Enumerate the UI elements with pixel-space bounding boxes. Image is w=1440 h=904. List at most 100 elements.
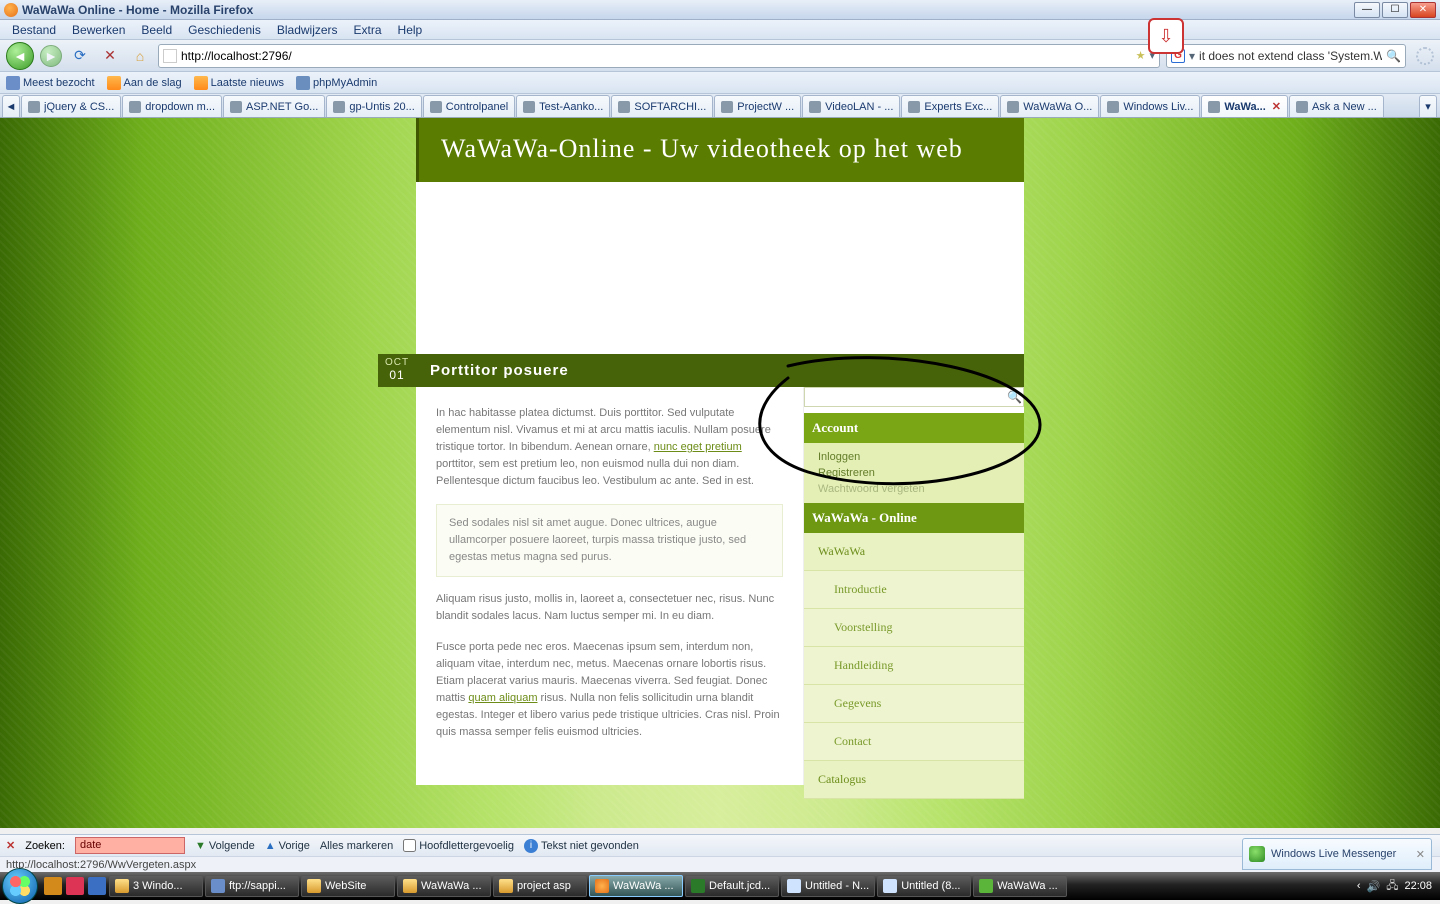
search-engine-dropdown-icon[interactable]: ▾ <box>1189 49 1195 63</box>
stop-button[interactable]: ✕ <box>98 44 122 68</box>
msn-toast[interactable]: Windows Live Messenger ✕ <box>1242 838 1432 870</box>
taskbar-button[interactable]: WebSite <box>301 875 395 897</box>
tab-scroll-left[interactable]: ◄ <box>2 95 20 117</box>
taskbar-button[interactable]: ftp://sappi... <box>205 875 299 897</box>
link-inloggen[interactable]: Inloggen <box>804 449 1024 465</box>
menu-extra[interactable]: Extra <box>346 21 390 39</box>
tray-clock[interactable]: 22:08 <box>1404 880 1432 892</box>
tab-label: gp-Untis 20... <box>349 101 414 113</box>
tab-close-icon[interactable]: ✕ <box>1272 100 1281 113</box>
tab-favicon-icon <box>333 101 345 113</box>
tray-chevron-icon[interactable]: ‹ <box>1357 880 1361 892</box>
site-search-input[interactable] <box>807 389 1007 405</box>
bm-aan-de-slag[interactable]: Aan de slag <box>107 76 182 90</box>
sidebar-item-voorstelling[interactable]: Voorstelling <box>804 609 1024 647</box>
msn-toast-close-icon[interactable]: ✕ <box>1416 848 1425 861</box>
taskbar-label: ftp://sappi... <box>229 880 286 892</box>
taskbar-button[interactable]: Untitled - N... <box>781 875 875 897</box>
browser-tab[interactable]: Experts Exc... <box>901 95 999 117</box>
sidebar-item-handleiding[interactable]: Handleiding <box>804 647 1024 685</box>
bm-laatste-nieuws[interactable]: Laatste nieuws <box>194 76 284 90</box>
findbar-input[interactable]: date <box>75 837 185 854</box>
close-button[interactable]: ✕ <box>1410 2 1436 18</box>
taskbar-app-icon <box>787 879 801 893</box>
browser-tab[interactable]: Test-Aanko... <box>516 95 610 117</box>
browser-tab[interactable]: WaWaWa O... <box>1000 95 1099 117</box>
menu-bladwijzers[interactable]: Bladwijzers <box>269 21 346 39</box>
link-wachtwoord-vergeten[interactable]: Wachtwoord vergeten <box>804 481 1024 497</box>
findbar-highlight-all[interactable]: Alles markeren <box>320 840 393 852</box>
start-button[interactable] <box>2 868 38 904</box>
taskbar-label: Untitled (8... <box>901 880 960 892</box>
taskbar-button[interactable]: Untitled (8... <box>877 875 971 897</box>
browser-tab[interactable]: Ask a New ... <box>1289 95 1384 117</box>
reload-button[interactable]: ⟳ <box>68 44 92 68</box>
sidebar-item-wawawa[interactable]: WaWaWa <box>804 533 1024 571</box>
browser-tab[interactable]: dropdown m... <box>122 95 222 117</box>
taskbar-label: 3 Windo... <box>133 880 183 892</box>
taskbar-button[interactable]: WaWaWa ... <box>589 875 683 897</box>
taskbar-button[interactable]: 3 Windo... <box>109 875 203 897</box>
quicklaunch-ie-icon[interactable] <box>88 877 106 895</box>
browser-tab[interactable]: gp-Untis 20... <box>326 95 421 117</box>
search-icon[interactable]: 🔍 <box>1007 390 1021 404</box>
findbar-next[interactable]: ▼Volgende <box>195 840 255 852</box>
bm-phpmyadmin[interactable]: phpMyAdmin <box>296 76 377 90</box>
bm-meest-bezocht[interactable]: Meest bezocht <box>6 76 95 90</box>
status-bar: http://localhost:2796/WwVergeten.aspx <box>0 856 1440 872</box>
sidebar-item-catalogus[interactable]: Catalogus <box>804 761 1024 799</box>
findbar-close-icon[interactable]: ✕ <box>6 839 15 852</box>
system-tray[interactable]: ‹ 🔊 🖧 22:08 <box>1349 877 1440 896</box>
browser-tab[interactable]: Controlpanel <box>423 95 515 117</box>
browser-tab[interactable]: SOFTARCHI... <box>611 95 713 117</box>
maximize-button[interactable]: ☐ <box>1382 2 1408 18</box>
search-input[interactable]: it does not extend class 'System.Web.UI.… <box>1199 49 1382 63</box>
browser-tab[interactable]: ProjectW ... <box>714 95 801 117</box>
link-quam-aliquam[interactable]: quam aliquam <box>468 692 537 704</box>
sidebar-item-gegevens[interactable]: Gegevens <box>804 685 1024 723</box>
menu-beeld[interactable]: Beeld <box>133 21 180 39</box>
page-viewport: WaWaWa-Online - Uw videotheek op het web… <box>0 118 1440 828</box>
date-day: 01 <box>378 368 416 382</box>
browser-tab[interactable]: jQuery & CS... <box>21 95 121 117</box>
download-badge-icon[interactable]: ⇩ <box>1148 18 1184 54</box>
menu-geschiedenis[interactable]: Geschiedenis <box>180 21 269 39</box>
findbar-prev[interactable]: ▲Vorige <box>265 840 310 852</box>
site-search[interactable]: 🔍 <box>804 387 1024 407</box>
callout-box: Sed sodales nisl sit amet augue. Donec u… <box>436 504 783 577</box>
link-nunc-eget[interactable]: nunc eget pretium <box>654 441 742 453</box>
taskbar-button[interactable]: project asp <box>493 875 587 897</box>
star-icon[interactable]: ★ <box>1136 49 1146 62</box>
sidebar-item-introductie[interactable]: Introductie <box>804 571 1024 609</box>
arrow-down-icon: ▼ <box>195 840 206 852</box>
back-button[interactable]: ◄ <box>6 42 34 70</box>
url-input[interactable] <box>181 49 1132 63</box>
taskbar-button[interactable]: WaWaWa ... <box>973 875 1067 897</box>
browser-tab[interactable]: VideoLAN - ... <box>802 95 900 117</box>
quicklaunch-downloader-icon[interactable] <box>66 877 84 895</box>
tab-list-dropdown[interactable]: ▾ <box>1419 95 1437 117</box>
search-bar[interactable]: G ▾ it does not extend class 'System.Web… <box>1166 44 1406 68</box>
browser-tab[interactable]: WaWa...✕ <box>1201 95 1288 117</box>
minimize-button[interactable]: — <box>1354 2 1380 18</box>
tab-favicon-icon <box>1296 101 1308 113</box>
paragraph: Fusce porta pede nec eros. Maecenas ipsu… <box>436 639 783 741</box>
home-button[interactable]: ⌂ <box>128 44 152 68</box>
findbar-case-sensitive[interactable]: Hoofdlettergevoelig <box>403 839 514 852</box>
search-go-icon[interactable]: 🔍 <box>1386 49 1401 63</box>
menu-bewerken[interactable]: Bewerken <box>64 21 133 39</box>
menu-help[interactable]: Help <box>390 21 431 39</box>
tray-volume-icon[interactable]: 🔊 <box>1367 880 1381 893</box>
link-registreren[interactable]: Registreren <box>804 465 1024 481</box>
taskbar-button[interactable]: Default.jcd... <box>685 875 779 897</box>
url-bar[interactable]: ★ ▾ <box>158 44 1160 68</box>
forward-button[interactable]: ► <box>40 45 62 67</box>
taskbar-button[interactable]: WaWaWa ... <box>397 875 491 897</box>
browser-tab[interactable]: ASP.NET Go... <box>223 95 325 117</box>
tray-network-icon[interactable]: 🖧 <box>1386 877 1398 896</box>
quicklaunch-dreamweaver-icon[interactable] <box>44 877 62 895</box>
sidebar-item-contact[interactable]: Contact <box>804 723 1024 761</box>
browser-tab[interactable]: Windows Liv... <box>1100 95 1200 117</box>
case-checkbox[interactable] <box>403 839 416 852</box>
menu-bestand[interactable]: Bestand <box>4 21 64 39</box>
